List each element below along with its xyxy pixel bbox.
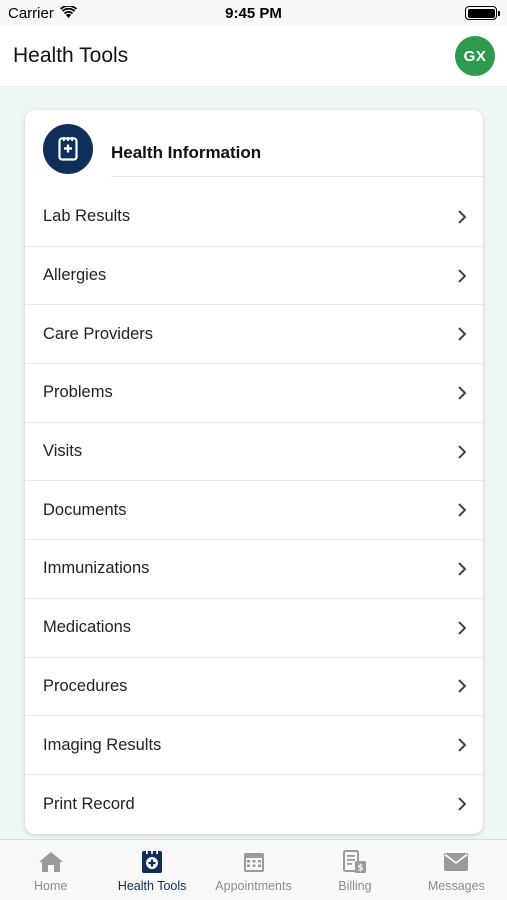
status-left: Carrier — [8, 4, 77, 22]
tab-label: Home — [34, 879, 68, 893]
list-item-documents[interactable]: Documents — [25, 481, 483, 541]
carrier-label: Carrier — [8, 4, 54, 22]
card-header: Health Information — [25, 110, 483, 188]
tab-home[interactable]: Home — [0, 840, 101, 900]
card-title-wrap: Health Information — [111, 129, 483, 177]
tab-label: Appointments — [215, 879, 292, 893]
tab-label: Health Tools — [117, 879, 187, 893]
tab-bar: Home Health Tools Appointments $ Billing… — [0, 839, 507, 900]
chevron-right-icon — [458, 562, 467, 576]
medical-record-icon — [43, 124, 93, 174]
chevron-right-icon — [458, 327, 467, 341]
list-item-label: Medications — [43, 618, 132, 637]
list-item-label: Print Record — [43, 794, 135, 813]
list-item-medications[interactable]: Medications — [25, 599, 483, 658]
list-item-care-providers[interactable]: Care Providers — [25, 305, 483, 365]
tab-appointments[interactable]: Appointments — [203, 840, 304, 900]
list-item-label: Allergies — [43, 266, 107, 285]
list-item-label: Lab Results — [43, 207, 131, 226]
chevron-right-icon — [458, 797, 467, 811]
card-title: Health Information — [111, 142, 262, 162]
svg-text:$: $ — [357, 864, 363, 874]
list-item-visits[interactable]: Visits — [25, 423, 483, 482]
chevron-right-icon — [458, 386, 467, 400]
chevron-right-icon — [458, 210, 467, 224]
tab-label: Messages — [427, 879, 485, 893]
list-item-problems[interactable]: Problems — [25, 364, 483, 423]
list-item-label: Care Providers — [43, 324, 154, 343]
app-header: Health Tools GX — [0, 26, 507, 87]
tab-billing[interactable]: $ Billing — [304, 840, 405, 900]
page-title: Health Tools — [13, 44, 129, 67]
list-item-label: Problems — [43, 383, 113, 402]
list-item-label: Immunizations — [43, 559, 150, 578]
chevron-right-icon — [458, 738, 467, 752]
calendar-icon — [241, 850, 267, 874]
list-item-lab-results[interactable]: Lab Results — [25, 188, 483, 247]
list-item-label: Imaging Results — [43, 735, 162, 754]
list-item-procedures[interactable]: Procedures — [25, 658, 483, 717]
list-item-label: Visits — [43, 442, 83, 461]
avatar[interactable]: GX — [455, 36, 495, 76]
list-item-imaging-results[interactable]: Imaging Results — [25, 716, 483, 775]
chevron-right-icon — [458, 503, 467, 517]
list-item-allergies[interactable]: Allergies — [25, 247, 483, 306]
billing-icon: $ — [342, 850, 368, 874]
home-icon — [38, 850, 64, 874]
tab-messages[interactable]: Messages — [406, 840, 507, 900]
health-information-card: Health Information Lab Results Allergies… — [25, 110, 483, 834]
chevron-right-icon — [458, 620, 467, 635]
list-item-immunizations[interactable]: Immunizations — [25, 540, 483, 599]
list-item-label: Procedures — [43, 676, 128, 695]
status-bar: Carrier 9:45 PM — [0, 0, 507, 26]
list-item-label: Documents — [43, 500, 127, 519]
chevron-right-icon — [458, 268, 467, 283]
health-info-list: Lab Results Allergies Care Providers Pro… — [25, 188, 483, 834]
battery-icon — [465, 6, 500, 20]
list-item-print-record[interactable]: Print Record — [25, 775, 483, 834]
wifi-icon — [59, 4, 77, 22]
tab-health-tools[interactable]: Health Tools — [101, 840, 202, 900]
chevron-right-icon — [458, 679, 467, 694]
chevron-right-icon — [458, 444, 467, 459]
tab-label: Billing — [338, 879, 372, 893]
medical-record-icon — [139, 850, 165, 874]
mail-icon — [443, 850, 469, 874]
